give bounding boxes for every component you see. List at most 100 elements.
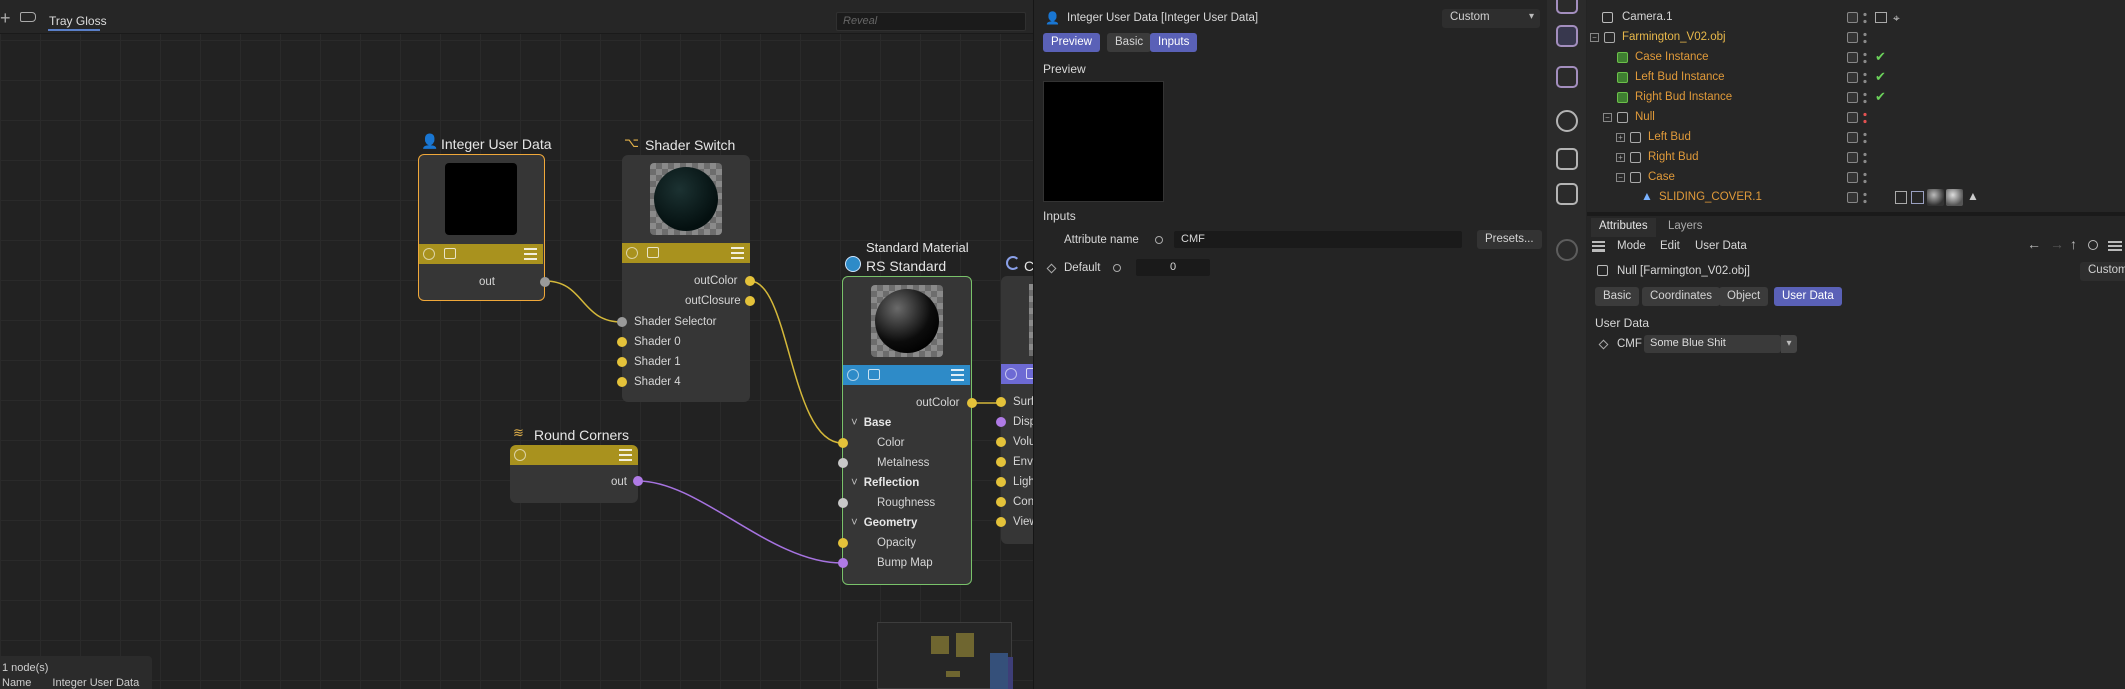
edit-toggle[interactable] [1847, 112, 1858, 123]
object-row[interactable]: + Right Bud [1587, 148, 2125, 168]
menu-icon[interactable] [731, 247, 744, 259]
menu-edit[interactable]: Edit [1660, 240, 1680, 252]
phong-tag-icon[interactable] [1895, 191, 1907, 204]
mode-dropdown[interactable]: Custom [2080, 262, 2125, 281]
image-icon[interactable] [1026, 368, 1033, 379]
group-base[interactable]: Base [851, 417, 892, 429]
visibility-dots[interactable] [1863, 91, 1867, 105]
animate-icon[interactable] [1113, 264, 1121, 272]
displacement-port[interactable] [996, 417, 1006, 427]
deformer-icon[interactable] [1556, 66, 1578, 88]
contour-port[interactable] [996, 497, 1006, 507]
tab-basic[interactable]: Basic [1595, 287, 1640, 306]
cmf-dropdown-arrow-icon[interactable]: ▾ [1781, 335, 1797, 353]
tab-object[interactable]: Object [1719, 287, 1769, 306]
edit-toggle[interactable] [1847, 32, 1858, 43]
menu-icon[interactable] [951, 369, 964, 381]
bump-map-port[interactable] [838, 558, 848, 568]
group-reflection[interactable]: Reflection [851, 477, 920, 489]
cmf-dropdown[interactable]: Some Blue Shit [1644, 335, 1781, 353]
enabled-check-icon[interactable]: ✔ [1875, 69, 1886, 85]
edit-toggle[interactable] [1847, 52, 1858, 63]
back-arrow-icon[interactable]: ← [2027, 236, 2041, 252]
shader-switch-node[interactable]: outColor outClosure Shader Selector Shad… [617, 155, 755, 402]
round-corners-out-port[interactable] [633, 476, 643, 486]
download-icon[interactable] [1556, 183, 1578, 205]
up-arrow-icon[interactable]: ↑ [2070, 236, 2077, 252]
hamburger-icon[interactable] [1592, 241, 1605, 252]
object-row[interactable]: ▲ SLIDING_COVER.1 ▲ [1587, 188, 2125, 208]
object-row[interactable]: Case Instance ✔ [1587, 48, 2125, 68]
shader-4-port[interactable] [617, 377, 627, 387]
tab-inputs[interactable]: Inputs [1150, 33, 1198, 52]
integer-out-port[interactable] [540, 277, 550, 287]
outcolor-port[interactable] [745, 276, 755, 286]
tab-preview[interactable]: Preview [1043, 33, 1100, 52]
metalness-port[interactable] [838, 458, 848, 468]
attribute-name-field[interactable]: CMF [1174, 231, 1462, 248]
forward-arrow-icon[interactable]: → [2050, 236, 2064, 252]
roughness-port[interactable] [838, 498, 848, 508]
node-editor-canvas[interactable]: + Tray Gloss Reveal 👤 Integer User Data … [0, 0, 1033, 689]
edit-toggle[interactable] [1847, 72, 1858, 83]
object-row[interactable]: − Farmington_V02.obj [1587, 28, 2125, 48]
color-port[interactable] [838, 438, 848, 448]
material-icon[interactable] [1556, 110, 1578, 132]
expand-icon[interactable]: + [1616, 153, 1625, 162]
edit-toggle[interactable] [1847, 12, 1858, 23]
default-value-field[interactable]: 0 [1136, 259, 1210, 276]
animate-icon[interactable] [1155, 236, 1163, 244]
menu-user-data[interactable]: User Data [1695, 240, 1747, 252]
tab-attributes[interactable]: Attributes [1591, 218, 1656, 237]
visibility-dots[interactable] [1863, 51, 1867, 65]
mode-dropdown[interactable]: Custom [1442, 9, 1540, 28]
object-row[interactable]: Left Bud Instance ✔ [1587, 68, 2125, 88]
object-row[interactable]: Right Bud Instance ✔ [1587, 88, 2125, 108]
collapse-icon[interactable]: − [1603, 113, 1612, 122]
tab-coordinates[interactable]: Coordinates [1642, 287, 1721, 306]
round-corners-node[interactable]: out [510, 445, 643, 503]
material-tag-icon[interactable] [1927, 189, 1944, 206]
integer-user-data-node[interactable]: out [418, 154, 550, 301]
tab-layers[interactable]: Layers [1660, 218, 1711, 237]
triangle-tag-icon[interactable]: ▲ [1967, 189, 1979, 203]
volume-port[interactable] [996, 437, 1006, 447]
image-icon[interactable] [647, 247, 659, 258]
keyframe-icon[interactable] [1046, 263, 1057, 274]
menu-icon[interactable] [524, 248, 537, 260]
object-row[interactable]: Camera.1 ⌖ [1587, 8, 2125, 28]
polygon-icon[interactable] [1556, 25, 1578, 47]
image-icon[interactable] [868, 369, 880, 380]
visibility-dots[interactable] [1863, 171, 1867, 185]
collapse-icon[interactable]: − [1590, 33, 1599, 42]
outclosure-port[interactable] [745, 296, 755, 306]
shader-0-port[interactable] [617, 337, 627, 347]
filter-icon[interactable] [2108, 241, 2122, 251]
visibility-dots[interactable] [1863, 191, 1867, 205]
surface-port[interactable] [996, 397, 1006, 407]
node-minimap[interactable] [877, 622, 1013, 689]
search-icon[interactable] [2088, 240, 2098, 250]
edit-toggle[interactable] [1847, 152, 1858, 163]
menu-mode[interactable]: Mode [1617, 240, 1646, 252]
expand-icon[interactable]: + [1616, 133, 1625, 142]
object-row[interactable]: − Null [1587, 108, 2125, 128]
shader-selector-port[interactable] [617, 317, 627, 327]
cube-icon[interactable] [1556, 0, 1578, 14]
environment-port[interactable] [996, 457, 1006, 467]
image-icon[interactable] [444, 248, 456, 259]
group-geometry[interactable]: Geometry [851, 517, 918, 529]
tab-user-data[interactable]: User Data [1774, 287, 1842, 306]
edit-toggle[interactable] [1847, 132, 1858, 143]
checker-tag-icon[interactable] [1984, 191, 1997, 204]
presets-button[interactable]: Presets... [1477, 230, 1542, 249]
rs-standard-node[interactable]: outColor Base Color Metalness Reflection… [838, 276, 977, 585]
menu-icon[interactable] [619, 449, 632, 461]
object-row[interactable]: + Left Bud [1587, 128, 2125, 148]
output-node[interactable]: Surf Disp Volu Envi Ligh Con View [996, 276, 1033, 544]
visibility-dots[interactable] [1863, 71, 1867, 85]
visibility-dots[interactable] [1863, 11, 1867, 25]
enabled-check-icon[interactable]: ✔ [1875, 49, 1886, 65]
rs-outcolor-port[interactable] [967, 398, 977, 408]
disabled-tool-icon[interactable] [1556, 239, 1578, 261]
